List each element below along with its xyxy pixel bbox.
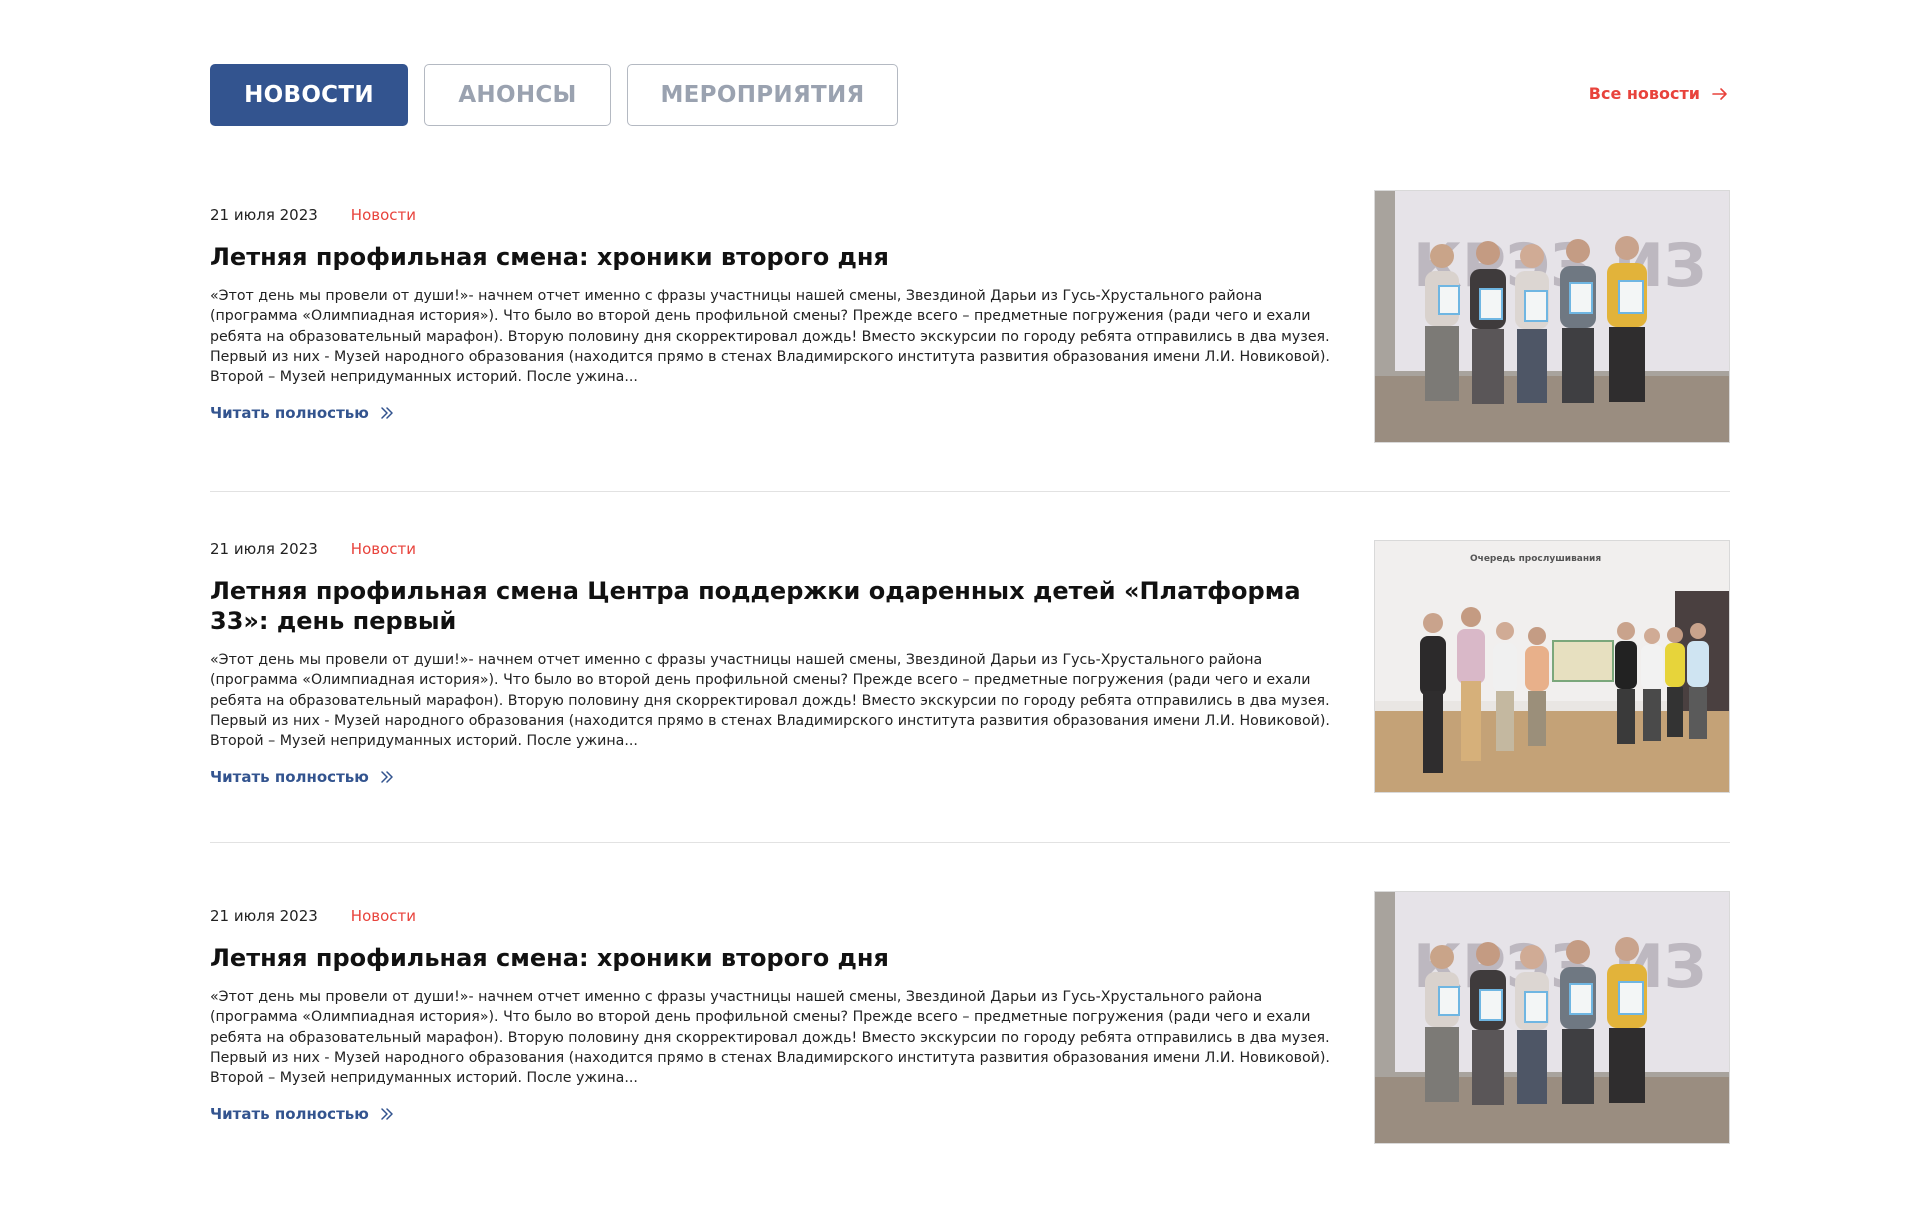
news-excerpt: «Этот день мы провели от души!»- начнем … bbox=[210, 989, 1330, 1087]
news-text: 21 июля 2023 Новости Летняя профильная с… bbox=[210, 540, 1340, 786]
news-date: 21 июля 2023 bbox=[210, 206, 318, 224]
news-category[interactable]: Новости bbox=[351, 540, 416, 558]
news-meta: 21 июля 2023 Новости bbox=[210, 907, 1340, 925]
tab-events[interactable]: МЕРОПРИЯТИЯ bbox=[627, 64, 898, 126]
news-date: 21 июля 2023 bbox=[210, 907, 318, 925]
news-item: 21 июля 2023 Новости Летняя профильная с… bbox=[210, 891, 1730, 1144]
tab-news[interactable]: НОВОСТИ bbox=[210, 64, 408, 126]
read-more-label: Читать полностью bbox=[210, 768, 369, 786]
news-text: 21 июля 2023 Новости Летняя профильная с… bbox=[210, 206, 1340, 422]
news-text: 21 июля 2023 Новости Летняя профильная с… bbox=[210, 907, 1340, 1123]
news-image[interactable]: КРЭЗ ИЗ bbox=[1374, 190, 1730, 443]
read-more-label: Читать полностью bbox=[210, 1105, 369, 1123]
news-image[interactable]: КРЭЗ ИЗ bbox=[1374, 891, 1730, 1144]
read-more-link[interactable]: Читать полностью bbox=[210, 768, 1340, 786]
news-tabs: НОВОСТИ АНОНСЫ МЕРОПРИЯТИЯ bbox=[210, 64, 898, 126]
divider bbox=[210, 842, 1730, 843]
news-title[interactable]: Летняя профильная смена: хроники второго… bbox=[210, 242, 1340, 272]
double-chevron-right-icon bbox=[381, 1108, 393, 1120]
page: НОВОСТИ АНОНСЫ МЕРОПРИЯТИЯ Все новости 2… bbox=[0, 0, 1920, 1227]
all-news-link[interactable]: Все новости bbox=[1589, 84, 1728, 103]
news-image[interactable]: Очередь прослушивания bbox=[1374, 540, 1730, 793]
news-date: 21 июля 2023 bbox=[210, 540, 318, 558]
read-more-label: Читать полностью bbox=[210, 404, 369, 422]
arrow-right-icon bbox=[1712, 87, 1727, 100]
group-photo-stage-icon: Очередь прослушивания bbox=[1375, 541, 1729, 792]
news-category[interactable]: Новости bbox=[351, 206, 416, 224]
news-title[interactable]: Летняя профильная смена Центра поддержки… bbox=[210, 576, 1340, 636]
image-caption: Очередь прослушивания bbox=[1470, 554, 1601, 564]
news-excerpt: «Этот день мы провели от души!»- начнем … bbox=[210, 288, 1330, 386]
divider bbox=[210, 491, 1730, 492]
tab-announcements[interactable]: АНОНСЫ bbox=[424, 64, 611, 126]
news-title[interactable]: Летняя профильная смена: хроники второго… bbox=[210, 943, 1340, 973]
news-item: 21 июля 2023 Новости Летняя профильная с… bbox=[210, 540, 1730, 793]
news-category[interactable]: Новости bbox=[351, 907, 416, 925]
read-more-link[interactable]: Читать полностью bbox=[210, 404, 1340, 422]
read-more-link[interactable]: Читать полностью bbox=[210, 1105, 1340, 1123]
news-meta: 21 июля 2023 Новости bbox=[210, 206, 1340, 224]
news-meta: 21 июля 2023 Новости bbox=[210, 540, 1340, 558]
group-photo-certificates-icon: КРЭЗ ИЗ bbox=[1375, 892, 1729, 1143]
double-chevron-right-icon bbox=[381, 771, 393, 783]
double-chevron-right-icon bbox=[381, 407, 393, 419]
group-photo-certificates-icon: КРЭЗ ИЗ bbox=[1375, 191, 1729, 442]
news-excerpt: «Этот день мы провели от души!»- начнем … bbox=[210, 652, 1330, 750]
all-news-label: Все новости bbox=[1588, 84, 1700, 103]
news-item: 21 июля 2023 Новости Летняя профильная с… bbox=[210, 190, 1730, 443]
